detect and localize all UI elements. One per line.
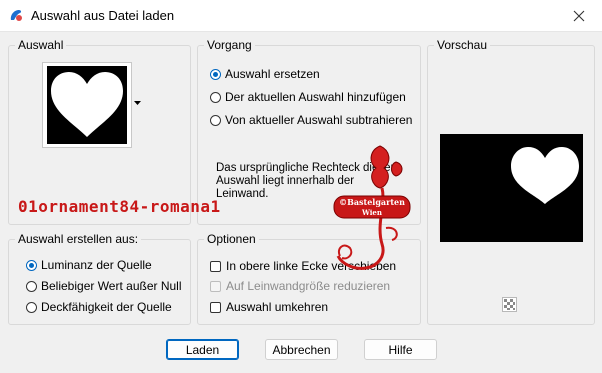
vorschau-group-label: Vorschau [434, 38, 491, 52]
ornament-watermark-icon: ©Bastelgarten Wien [333, 145, 411, 270]
checkbox-label: Auf Leinwandgröße reduzieren [226, 279, 391, 293]
radio-label: Auswahl ersetzen [225, 67, 320, 81]
watermark-stamp-line1: ©Bastelgarten [339, 197, 405, 207]
radio-source-opacity[interactable]: Deckfähigkeit der Quelle [26, 300, 172, 314]
checkerboard-icon [504, 299, 515, 310]
watermark-text: 01ornament84-romana1 [18, 197, 221, 216]
checkbox-indicator [210, 301, 221, 313]
checkbox-invert-selection[interactable]: Auswahl umkehren [210, 300, 328, 314]
checkbox-indicator [210, 280, 221, 292]
watermark-stamp-line2: Wien [361, 208, 382, 217]
radio-source-luminance[interactable]: Luminanz der Quelle [26, 258, 152, 272]
checkbox-reduce-canvas: Auf Leinwandgröße reduzieren [210, 279, 390, 293]
radio-label: Von aktueller Auswahl subtrahieren [225, 113, 413, 127]
create-from-group-label: Auswahl erstellen aus: [15, 232, 142, 246]
preview-heart-icon [511, 147, 579, 204]
cancel-button[interactable]: Abbrechen [265, 339, 338, 360]
paint-shop-icon [10, 10, 22, 21]
close-icon [573, 10, 585, 21]
radio-indicator [210, 91, 221, 103]
options-group-label: Optionen [204, 232, 259, 246]
radio-label: Deckfähigkeit der Quelle [41, 300, 172, 314]
checkbox-label: Auswahl umkehren [226, 300, 329, 314]
radio-indicator [210, 68, 221, 80]
dropdown-arrow-icon[interactable] [134, 101, 141, 106]
preview-canvas [440, 134, 583, 242]
radio-label: Der aktuellen Auswahl hinzufügen [225, 90, 406, 104]
radio-label: Beliebiger Wert außer Null [41, 279, 182, 293]
radio-indicator [210, 114, 221, 126]
window-title: Auswahl aus Datei laden [31, 8, 175, 23]
close-button[interactable] [556, 0, 602, 31]
help-button[interactable]: Hilfe [364, 339, 437, 360]
radio-indicator [26, 259, 37, 271]
radio-replace-selection[interactable]: Auswahl ersetzen [210, 67, 320, 81]
radio-indicator [26, 280, 37, 292]
checkbox-indicator [210, 260, 221, 272]
radio-subtract-from-selection[interactable]: Von aktueller Auswahl subtrahieren [210, 113, 412, 127]
heart-shape-icon [47, 66, 127, 144]
radio-add-to-selection[interactable]: Der aktuellen Auswahl hinzufügen [210, 90, 406, 104]
radio-any-nonzero-value[interactable]: Beliebiger Wert außer Null [26, 279, 182, 293]
vorgang-group-label: Vorgang [204, 38, 255, 52]
transparency-toggle-button[interactable] [502, 297, 517, 312]
auswahl-group-label: Auswahl [15, 38, 67, 52]
title-bar: Auswahl aus Datei laden [0, 0, 602, 32]
radio-label: Luminanz der Quelle [41, 258, 152, 272]
auswahl-thumbnail[interactable] [42, 62, 132, 148]
load-button[interactable]: Laden [166, 339, 239, 360]
radio-indicator [26, 301, 37, 313]
